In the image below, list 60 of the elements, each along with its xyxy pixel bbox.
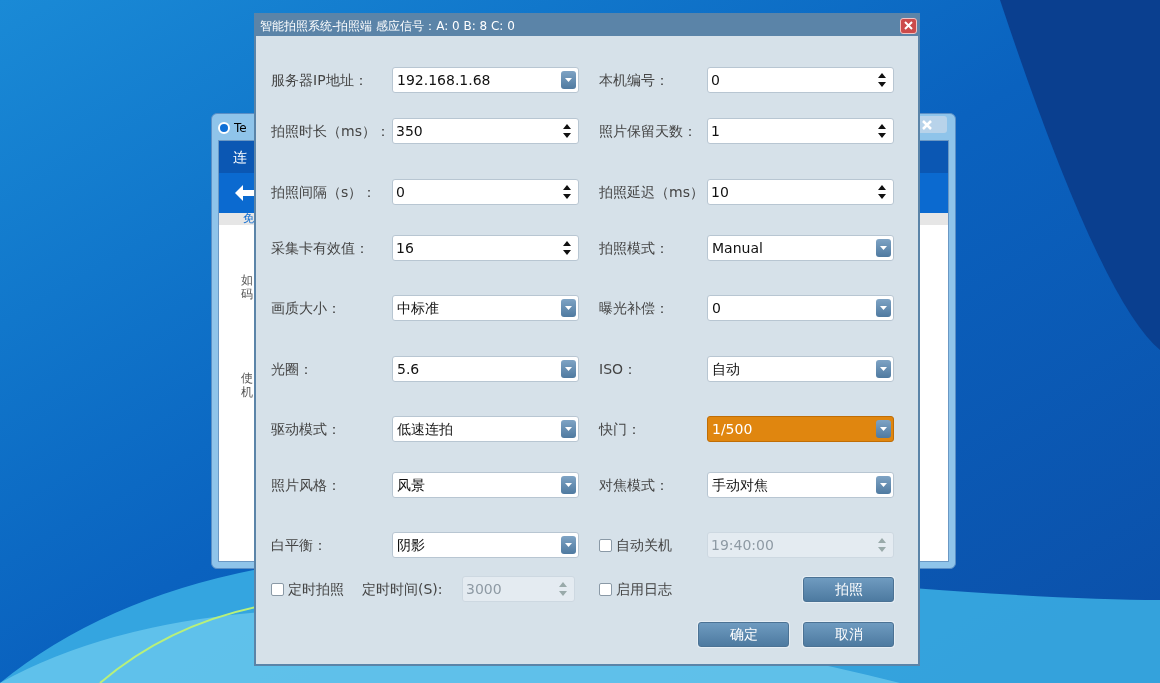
arrow-icon [235,185,255,201]
dropdown-field[interactable]: 192.168.1.68 [392,67,579,93]
text-fragment: 如 [241,273,254,287]
field-label: 服务器IP地址： [271,70,369,90]
dropdown-field[interactable]: 手动对焦 [707,472,894,498]
spinner-arrows-icon [563,185,571,199]
spinner-arrows-icon [563,124,571,138]
dialog-button[interactable]: 拍照 [803,576,894,602]
dropdown-field[interactable]: 0 [707,295,894,321]
field-label: 画质大小： [271,298,342,318]
app-logo-icon [218,122,230,134]
number-field[interactable]: 0 [707,67,894,93]
field-label: 照片风格： [271,475,342,495]
spinner-arrows-icon [559,582,567,596]
checkbox-label: 自动关机 [616,535,672,555]
spinner-arrows-icon [563,241,571,255]
field-label: 拍照间隔（s）： [271,182,378,202]
field-label: 拍照时长（ms）： [271,121,391,141]
field-label: 定时时间(S): [362,579,444,599]
number-field[interactable]: 10 [707,179,894,205]
field-label: 驱动模式： [271,419,342,439]
field-label: 拍照模式： [599,238,670,258]
text-fragment: 机 [241,385,254,399]
dropdown-field[interactable]: 低速连拍 [392,416,579,442]
field-label: 光圈： [271,359,314,379]
dropdown-field[interactable]: 中标准 [392,295,579,321]
number-field[interactable]: 1 [707,118,894,144]
dropdown-field[interactable]: 风景 [392,472,579,498]
dialog-button[interactable]: 确定 [698,622,789,647]
field-label: 白平衡： [271,535,328,555]
close-icon[interactable] [900,17,917,34]
dropdown-field[interactable]: 5.6 [392,356,579,382]
checkbox-label: 定时拍照 [288,579,345,599]
spinner-arrows-icon [878,73,886,87]
field-label: 采集卡有效值： [271,238,370,258]
dialog-button[interactable]: 取消 [803,622,894,647]
window-title: 智能拍照系统-拍照端 感应信号：A: 0 B: 8 C: 0 [260,17,515,35]
spinner-arrows-icon [878,124,886,138]
text-fragment: 码 [241,287,254,301]
field-label: 本机编号： [599,70,670,90]
section-label: 免 [243,210,254,227]
spinner-arrows-icon [878,185,886,199]
field-label: ISO： [599,359,639,379]
dropdown-field[interactable]: 阴影 [392,532,579,558]
dropdown-field[interactable]: 自动 [707,356,894,382]
field-label: 曝光补偿： [599,298,670,318]
field-label: 照片保留天数： [599,121,698,141]
tab-label[interactable]: 连 [233,146,247,168]
number-field[interactable]: 16 [392,235,579,261]
text-fragment: 使 [241,371,254,385]
field-label: 对焦模式： [599,475,670,495]
spinner-arrows-icon [878,538,886,552]
dropdown-field[interactable]: Manual [707,235,894,261]
field-label: 快门： [599,419,642,439]
checkbox-label: 启用日志 [616,579,672,599]
checkbox[interactable] [599,582,612,596]
window-title: Te [234,120,247,137]
number-field[interactable]: 0 [392,179,579,205]
field-label: 拍照延迟（ms） [599,182,705,202]
number-field[interactable]: 350 [392,118,579,144]
